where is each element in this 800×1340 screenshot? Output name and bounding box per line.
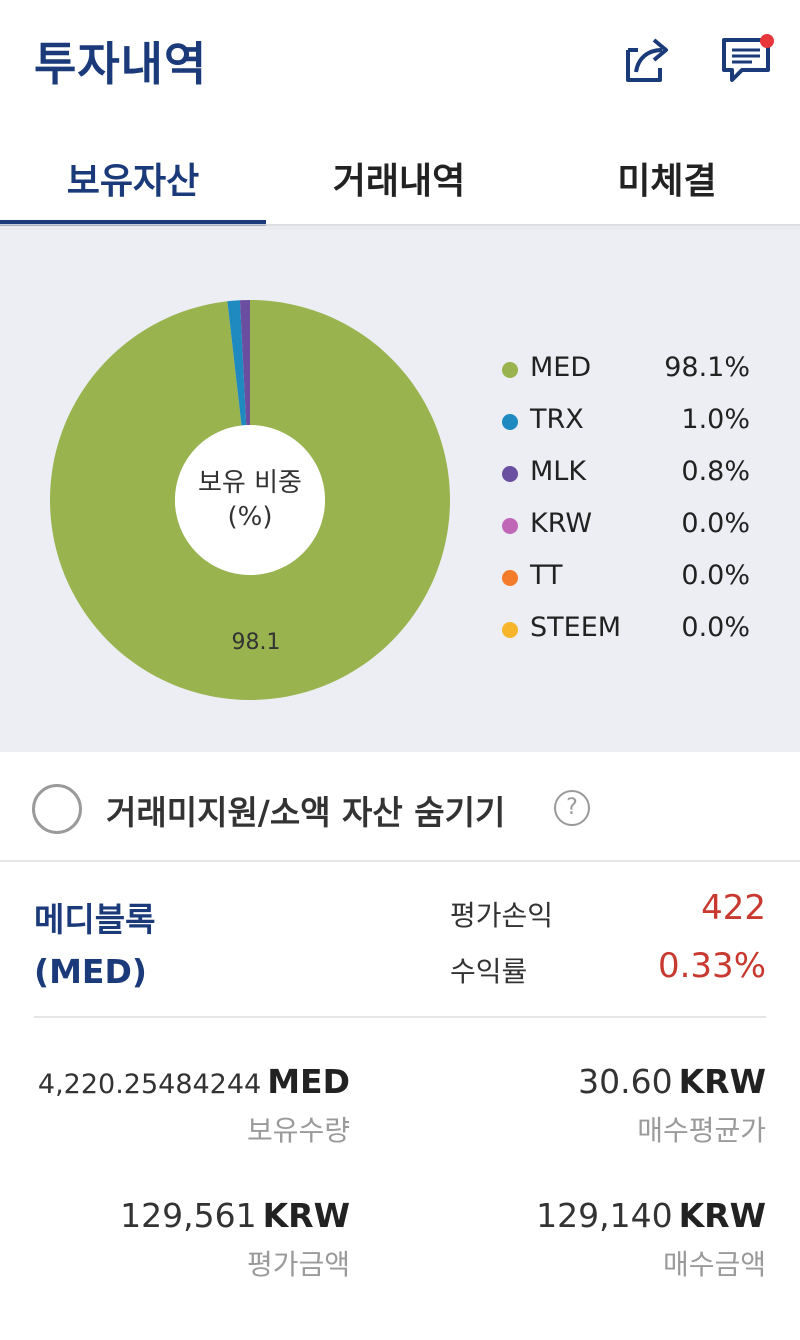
- legend-name: TT: [530, 560, 563, 591]
- donut-center-line1: 보유 비중: [198, 468, 302, 498]
- holding-quantity-value: 4,220.25484244: [37, 1069, 262, 1100]
- tab-transactions[interactable]: 거래내역: [266, 130, 532, 226]
- asset-symbol: (MED): [34, 952, 147, 991]
- chat-button[interactable]: [718, 32, 774, 88]
- legend-dot-icon: [502, 362, 518, 378]
- hide-small-assets-row[interactable]: 거래미지원/소액 자산 숨기기 ?: [0, 752, 800, 862]
- legend-name: MLK: [530, 456, 587, 487]
- asset-name: 메디블록 (MED): [34, 894, 155, 998]
- average-buy-price: 30.60 KRW 매수평균가: [426, 1062, 766, 1149]
- average-buy-price-unit: KRW: [678, 1062, 766, 1101]
- holding-quantity: 4,220.25484244 MED 보유수량: [10, 1062, 350, 1149]
- app-header: 투자내역: [0, 0, 800, 120]
- average-buy-price-value: 30.60: [578, 1062, 673, 1101]
- holding-quantity-unit: MED: [267, 1062, 350, 1101]
- legend-item: TT 0.0%: [498, 556, 758, 608]
- legend-name: TRX: [530, 404, 584, 435]
- legend-dot-icon: [502, 622, 518, 638]
- buy-amount-unit: KRW: [678, 1196, 766, 1235]
- donut-center-line2: (%): [227, 502, 273, 532]
- profit-label: 평가손익: [450, 899, 554, 932]
- share-icon: [626, 38, 668, 82]
- holding-quantity-label: 보유수량: [246, 1114, 350, 1147]
- legend-name: KRW: [530, 508, 593, 539]
- average-buy-price-label: 매수평균가: [637, 1114, 766, 1147]
- evaluation-amount-value: 129,561: [120, 1196, 257, 1235]
- evaluation-amount-label: 평가금액: [246, 1248, 350, 1281]
- tab-bar: 보유자산 거래내역 미체결: [0, 130, 800, 226]
- page-title: 투자내역: [34, 37, 208, 91]
- legend-value: 0.0%: [681, 560, 750, 591]
- chart-legend: MED 98.1% TRX 1.0% MLK 0.8% KRW 0.0% TT …: [498, 348, 758, 660]
- card-divider: [34, 1016, 766, 1018]
- donut-center-label: 보유 비중 (%): [170, 466, 330, 534]
- return-value: 0.33%: [657, 946, 766, 986]
- asset-card-med[interactable]: 메디블록 (MED) 평가손익 422 수익률 0.33% 4,220.2548…: [0, 864, 800, 1340]
- asset-name-korean: 메디블록: [34, 900, 156, 939]
- holding-chart-panel: ▔▔▔▔▔▔▔▔ 보유 비중 (%) 98.1 MED 98.1% TRX 1.…: [0, 228, 800, 752]
- legend-name: MED: [530, 352, 592, 383]
- legend-dot-icon: [502, 570, 518, 586]
- legend-dot-icon: [502, 466, 518, 482]
- notification-dot: [760, 34, 774, 48]
- slice-value-label: 98.1: [231, 630, 281, 655]
- legend-dot-icon: [502, 518, 518, 534]
- profit-value: 422: [701, 888, 766, 928]
- evaluation-amount: 129,561 KRW 평가금액: [10, 1196, 350, 1283]
- legend-item: KRW 0.0%: [498, 504, 758, 556]
- buy-amount-label: 매수금액: [662, 1248, 766, 1281]
- buy-amount-value: 129,140: [536, 1196, 673, 1235]
- legend-value: 1.0%: [681, 404, 750, 435]
- tab-bar-shadow: [0, 224, 800, 230]
- help-icon[interactable]: ?: [554, 790, 590, 826]
- return-label: 수익률: [450, 955, 528, 988]
- tab-pending[interactable]: 미체결: [534, 130, 800, 226]
- hide-small-assets-checkbox[interactable]: [32, 784, 82, 834]
- buy-amount: 129,140 KRW 매수금액: [426, 1196, 766, 1283]
- evaluation-amount-unit: KRW: [262, 1196, 350, 1235]
- legend-value: 0.0%: [681, 508, 750, 539]
- legend-value: 0.8%: [681, 456, 750, 487]
- hide-small-assets-label[interactable]: 거래미지원/소액 자산 숨기기: [106, 786, 505, 834]
- legend-item: STEEM 0.0%: [498, 608, 758, 660]
- legend-dot-icon: [502, 414, 518, 430]
- legend-item: MED 98.1%: [498, 348, 758, 400]
- legend-value: 0.0%: [681, 612, 750, 643]
- legend-name: STEEM: [530, 612, 622, 643]
- legend-value: 98.1%: [664, 352, 750, 383]
- share-button[interactable]: [618, 32, 674, 88]
- tab-holdings[interactable]: 보유자산: [0, 130, 266, 226]
- legend-item: TRX 1.0%: [498, 400, 758, 452]
- legend-item: MLK 0.8%: [498, 452, 758, 504]
